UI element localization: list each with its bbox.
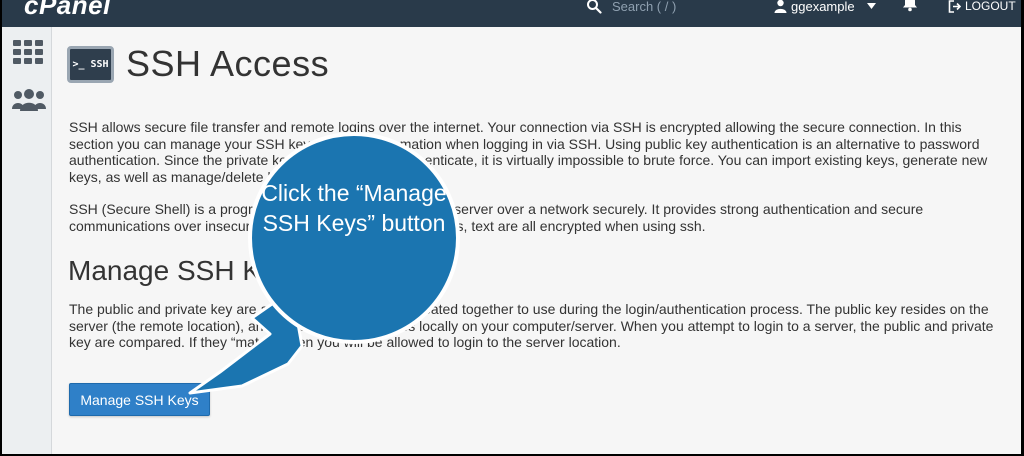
callout-overlay <box>188 132 460 395</box>
callout-text: Click the “Manage SSH Keys” button <box>261 180 447 236</box>
app-window: cPanel ggexample <box>2 0 1021 454</box>
callout-bubble <box>248 132 460 344</box>
